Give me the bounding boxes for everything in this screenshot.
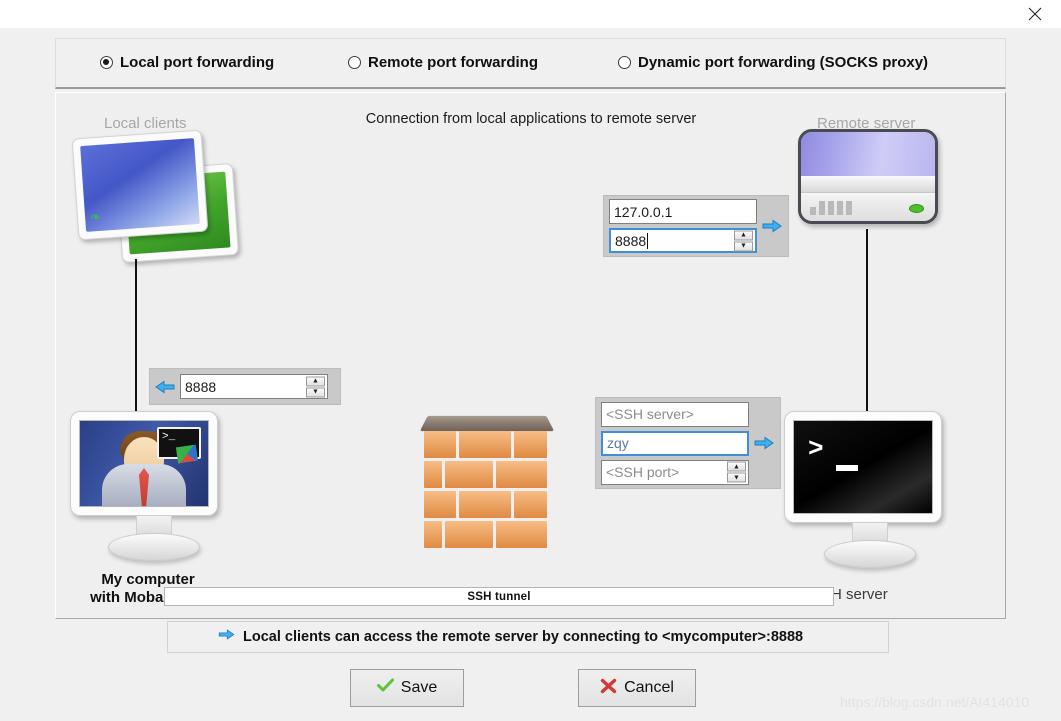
label-ssh-tunnel: SSH tunnel xyxy=(467,590,531,603)
terminal-prompt-glyph: > xyxy=(808,434,824,464)
forwarded-port-value: 8888 xyxy=(185,378,217,395)
ssh-connection-field-group: <SSH server> zqy <SSH port> ▲ ▼ xyxy=(595,397,781,489)
tunnel-diagram-panel: Connection from local applications to re… xyxy=(55,92,1006,619)
blue-arrow-right-icon-info xyxy=(218,628,235,646)
ssh-server-placeholder: <SSH server> xyxy=(606,406,694,422)
check-icon xyxy=(376,678,394,698)
radio-label-local: Local port forwarding xyxy=(120,54,275,71)
ssh-port-spinner[interactable]: ▲ ▼ xyxy=(727,461,746,483)
title-bar xyxy=(0,0,1061,28)
ssh-tunnel-band: SSH tunnel xyxy=(164,587,834,606)
ssh-login-value: zqy xyxy=(607,435,629,451)
remote-port-value: 8888 xyxy=(615,232,647,249)
blue-arrow-left-icon xyxy=(155,379,175,395)
ssh-port-spinner-down[interactable]: ▼ xyxy=(727,472,746,483)
radio-indicator-dynamic xyxy=(618,56,631,69)
forwarded-port-input[interactable]: 8888 ▲ ▼ xyxy=(180,374,328,399)
ssh-server-input[interactable]: <SSH server> xyxy=(601,401,749,427)
user-monitor-icon: >_ xyxy=(70,411,235,561)
forwarded-port-spinner-up[interactable]: ▲ xyxy=(306,376,325,386)
diagram-caption: Connection from local applications to re… xyxy=(365,111,697,127)
dialog-root: Local port forwarding Remote port forwar… xyxy=(0,0,1061,721)
ssh-port-input[interactable]: <SSH port> ▲ ▼ xyxy=(601,459,749,485)
forwarded-port-field-group: 8888 ▲ ▼ xyxy=(149,368,341,405)
radio-indicator-local xyxy=(100,56,113,69)
save-button-label: Save xyxy=(400,679,438,696)
ssh-login-input[interactable]: zqy xyxy=(601,430,749,456)
server-icon xyxy=(798,129,938,229)
blue-arrow-right-icon xyxy=(762,218,782,234)
radio-label-remote: Remote port forwarding xyxy=(368,54,539,71)
info-message-text: Local clients can access the remote serv… xyxy=(243,629,804,645)
ssh-port-placeholder: <SSH port> xyxy=(606,464,680,480)
radio-indicator-remote xyxy=(348,56,361,69)
close-button[interactable] xyxy=(1013,0,1057,28)
remote-port-spinner-up[interactable]: ▲ xyxy=(734,230,753,240)
cancel-button[interactable]: Cancel xyxy=(578,669,696,707)
cross-icon xyxy=(600,678,617,699)
remote-host-value: 127.0.0.1 xyxy=(614,203,673,220)
monitors-icon: ❧ xyxy=(71,129,251,263)
save-button[interactable]: Save xyxy=(350,669,464,707)
remote-port-spinner[interactable]: ▲ ▼ xyxy=(734,230,753,251)
terminal-monitor-icon: > xyxy=(784,411,954,568)
forwarded-port-spinner-down[interactable]: ▼ xyxy=(306,387,325,397)
remote-port-input[interactable]: 8888 ▲ ▼ xyxy=(609,228,757,253)
ssh-port-spinner-up[interactable]: ▲ xyxy=(727,461,746,472)
radio-label-dynamic: Dynamic port forwarding (SOCKS proxy) xyxy=(638,54,929,71)
radio-dynamic-port-forwarding[interactable]: Dynamic port forwarding (SOCKS proxy) xyxy=(618,54,928,71)
brick-wall-icon xyxy=(419,415,555,557)
remote-host-input[interactable]: 127.0.0.1 xyxy=(609,199,757,224)
label-my-computer-line1: My computer xyxy=(101,571,195,588)
radio-local-port-forwarding[interactable]: Local port forwarding xyxy=(100,54,274,71)
radio-remote-port-forwarding[interactable]: Remote port forwarding xyxy=(348,54,538,71)
cancel-button-label: Cancel xyxy=(624,679,674,696)
info-message-bar: Local clients can access the remote serv… xyxy=(167,621,889,653)
close-icon xyxy=(1027,6,1043,22)
forwarded-port-spinner[interactable]: ▲ ▼ xyxy=(306,376,325,397)
watermark-text: https://blog.csdn.net/AI414010 xyxy=(840,694,1030,710)
remote-port-spinner-down[interactable]: ▼ xyxy=(734,241,753,251)
remote-target-field-group: 127.0.0.1 8888 ▲ ▼ xyxy=(603,195,789,257)
blue-arrow-right-icon-ssh xyxy=(754,435,774,451)
forwarding-mode-group: Local port forwarding Remote port forwar… xyxy=(55,38,1006,89)
